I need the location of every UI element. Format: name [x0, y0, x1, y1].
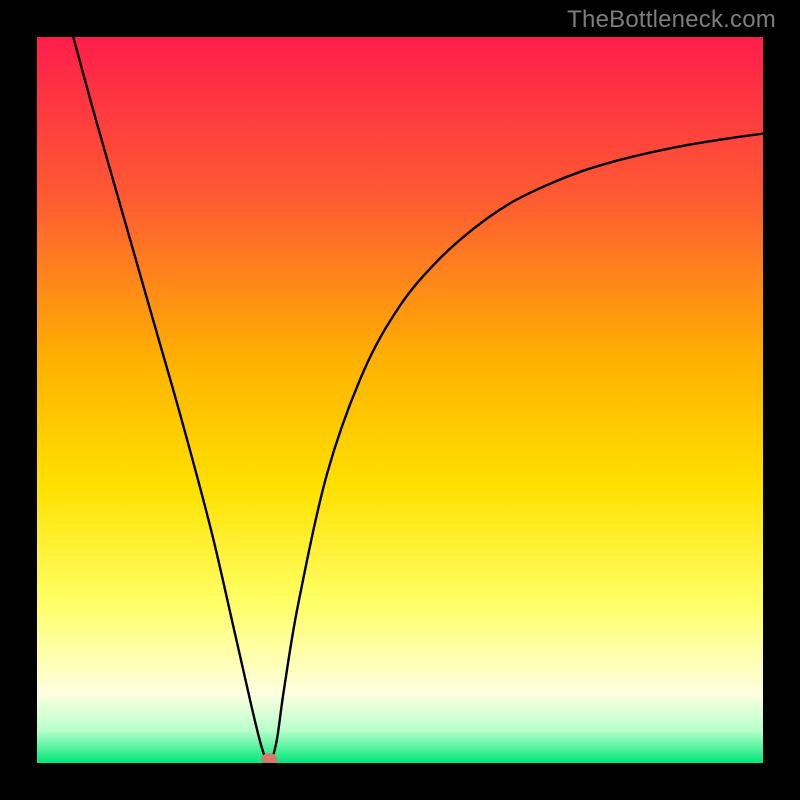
chart-frame: TheBottleneck.com: [0, 0, 800, 800]
bottleneck-chart: [37, 37, 763, 763]
plot-area: [37, 37, 763, 763]
gradient-background: [37, 37, 763, 763]
attribution-label: TheBottleneck.com: [567, 6, 776, 34]
